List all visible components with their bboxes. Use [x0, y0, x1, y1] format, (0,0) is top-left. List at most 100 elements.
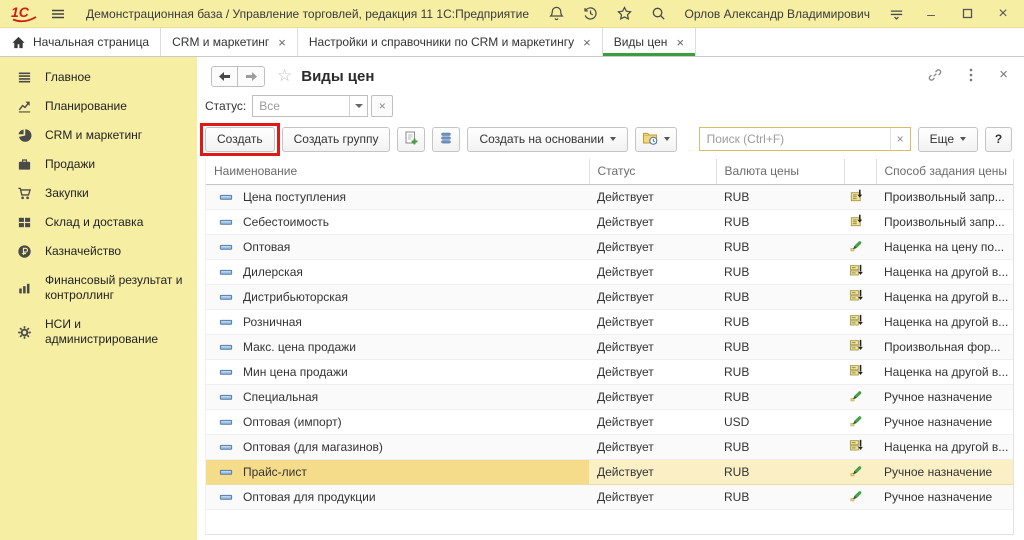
tab-close-icon[interactable]: × [583, 35, 591, 50]
sidebar-item[interactable]: НСИ и администрирование [0, 310, 197, 354]
add-to-favorites-star-icon[interactable]: ☆ [277, 66, 292, 86]
grid-arrow-icon [848, 288, 864, 303]
notifications-bell-icon[interactable] [546, 4, 566, 24]
tab[interactable]: CRM и маркетинг × [161, 28, 298, 56]
column-header-name[interactable]: Наименование [206, 159, 589, 184]
sidebar-item[interactable]: Главное [0, 63, 197, 92]
table-row[interactable]: Оптовая (для магазинов) Действует RUB На… [206, 434, 1013, 459]
tab-label: Виды цен [614, 35, 668, 49]
menu-icon [16, 70, 32, 85]
price-type-name: Специальная [243, 390, 318, 404]
price-type-method: Наценка на другой в... [876, 434, 1013, 459]
price-type-currency: RUB [716, 434, 844, 459]
cart-icon [16, 186, 32, 201]
price-type-status: Действует [589, 434, 716, 459]
help-button[interactable]: ? [985, 127, 1012, 152]
minimize-button[interactable]: – [920, 4, 942, 24]
favorites-star-icon[interactable] [614, 4, 634, 24]
sidebar-item[interactable]: CRM и маркетинг [0, 121, 197, 150]
column-header-icon[interactable] [844, 159, 876, 184]
price-type-method: Произвольный запр... [876, 184, 1013, 209]
table-row[interactable]: Себестоимость Действует RUB Произвольный… [206, 209, 1013, 234]
window-titlebar: 1С Демонстрационная база / Управление то… [0, 0, 1024, 28]
more-actions-button[interactable]: Еще [918, 127, 978, 152]
sidebar-item[interactable]: Склад и доставка [0, 208, 197, 237]
current-user-name[interactable]: Орлов Александр Владимирович [684, 7, 870, 21]
sidebar-item[interactable]: Финансовый результат и контроллинг [0, 266, 197, 310]
table-row[interactable]: Оптовая (импорт) Действует USD Ручное на… [206, 409, 1013, 434]
tab[interactable]: Начальная страница × [0, 28, 161, 56]
column-header-method[interactable]: Способ задания цены [876, 159, 1013, 184]
reports-dropdown-button[interactable] [635, 127, 677, 152]
more-menu-icon[interactable] [965, 67, 977, 83]
sidebar-item[interactable]: Планирование [0, 92, 197, 121]
dash-icon [218, 490, 234, 504]
tab[interactable]: Настройки и справочники по CRM и маркети… [298, 28, 603, 56]
create-group-button[interactable]: Создать группу [282, 127, 391, 152]
price-type-method: Наценка на другой в... [876, 284, 1013, 309]
status-filter-value[interactable]: Все [253, 96, 349, 116]
status-filter-dropdown-icon[interactable] [349, 96, 367, 116]
table-row[interactable]: Прайс-лист Действует RUB Ручное назначен… [206, 459, 1013, 484]
dash-icon [218, 415, 234, 429]
status-filter-combobox[interactable]: Все [252, 95, 368, 117]
table-row[interactable]: Дилерская Действует RUB Наценка на друго… [206, 259, 1013, 284]
tab-close-icon[interactable]: × [278, 35, 286, 50]
table-row[interactable]: Розничная Действует RUB Наценка на друго… [206, 309, 1013, 334]
price-type-status: Действует [589, 459, 716, 484]
1c-logo-icon: 1С [10, 4, 38, 23]
dash-icon [218, 390, 234, 404]
service-menu-icon[interactable] [886, 4, 906, 24]
status-filter-clear-button[interactable]: × [371, 95, 393, 117]
price-type-currency: RUB [716, 484, 844, 509]
dash-icon [218, 265, 234, 279]
forward-button[interactable] [238, 66, 265, 87]
table-row[interactable]: Макс. цена продажи Действует RUB Произво… [206, 334, 1013, 359]
pencil-icon [848, 488, 864, 503]
price-type-currency: RUB [716, 209, 844, 234]
table-row[interactable]: Цена поступления Действует RUB Произволь… [206, 184, 1013, 209]
tab-label: CRM и маркетинг [172, 35, 269, 49]
1c-enterprise-window: 1С Демонстрационная база / Управление то… [0, 0, 1024, 540]
dash-icon [218, 290, 234, 304]
column-header-status[interactable]: Статус [589, 159, 716, 184]
history-icon[interactable] [580, 4, 600, 24]
search-input[interactable] [700, 132, 890, 146]
table-row[interactable]: Оптовая Действует RUB Наценка на цену по… [206, 234, 1013, 259]
get-link-icon[interactable] [927, 67, 943, 83]
price-type-status: Действует [589, 284, 716, 309]
price-type-status: Действует [589, 484, 716, 509]
price-type-name: Оптовая [243, 240, 290, 254]
bars-icon [16, 281, 32, 296]
create-button[interactable]: Создать [205, 127, 275, 152]
maximize-button[interactable] [956, 4, 978, 24]
table-row[interactable]: Оптовая для продукции Действует RUB Ручн… [206, 484, 1013, 509]
tab[interactable]: Виды цен × [603, 28, 696, 56]
close-form-icon[interactable]: × [999, 66, 1008, 83]
dash-icon [218, 465, 234, 479]
pie-icon [16, 128, 32, 143]
table-row[interactable]: Дистрибьюторская Действует RUB Наценка н… [206, 284, 1013, 309]
sidebar-item[interactable]: Продажи [0, 150, 197, 179]
table-row[interactable]: Специальная Действует RUB Ручное назначе… [206, 384, 1013, 409]
copy-item-button[interactable] [397, 127, 425, 152]
global-search-icon[interactable] [648, 4, 668, 24]
price-type-name: Оптовая для продукции [243, 490, 376, 504]
close-window-button[interactable]: × [992, 4, 1014, 24]
main-menu-icon[interactable] [48, 4, 68, 24]
back-button[interactable] [211, 66, 238, 87]
price-types-form: ☆ Виды цен × Статус: Все × Создать [197, 57, 1024, 540]
search-clear-icon[interactable]: × [890, 128, 910, 150]
price-type-status: Действует [589, 359, 716, 384]
list-view-button[interactable] [432, 127, 460, 152]
column-header-currency[interactable]: Валюта цены [716, 159, 844, 184]
grid-arrow-icon [848, 338, 864, 353]
sidebar-item[interactable]: Казначейство [0, 237, 197, 266]
create-based-on-button[interactable]: Создать на основании [467, 127, 628, 152]
tab-close-icon[interactable]: × [676, 35, 684, 50]
grid-arrow-icon [848, 438, 864, 453]
pencil-icon [848, 238, 864, 253]
sidebar-item-label: Закупки [45, 186, 89, 201]
sidebar-item[interactable]: Закупки [0, 179, 197, 208]
table-row[interactable]: Мин цена продажи Действует RUB Наценка н… [206, 359, 1013, 384]
